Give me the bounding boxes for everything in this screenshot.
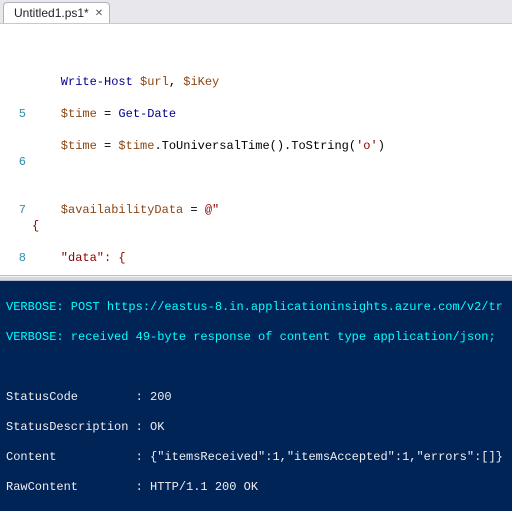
term-line: Content : {"itemsReceived":1,"itemsAccep… — [6, 450, 506, 465]
verbose-line: VERBOSE: POST https://eastus-8.in.applic… — [6, 300, 506, 315]
code-line: { — [32, 218, 512, 234]
line-number: 5 — [0, 106, 26, 122]
code-line — [32, 170, 512, 186]
line-gutter: 5 6 7 8 9 10 11 12 13 14 15 16 17 18 19 — [0, 24, 32, 275]
term-line: RawContent : HTTP/1.1 200 OK — [6, 480, 506, 495]
tab-title: Untitled1.ps1* — [14, 6, 89, 20]
close-icon[interactable]: ✕ — [95, 8, 103, 19]
code-line: $time = $time.ToUniversalTime().ToString… — [32, 138, 512, 154]
code-line: - $availabilityData = @" — [32, 202, 219, 218]
code-area[interactable]: Write-Host $url, $iKey $time = Get-Date … — [32, 24, 512, 275]
verbose-line: VERBOSE: received 49-byte response of co… — [6, 330, 506, 345]
line-number: 6 — [0, 154, 26, 170]
code-editor[interactable]: 5 6 7 8 9 10 11 12 13 14 15 16 17 18 19 … — [0, 24, 512, 276]
output-terminal[interactable]: VERBOSE: POST https://eastus-8.in.applic… — [0, 281, 512, 511]
line-number: 7 — [0, 202, 26, 218]
tab-bar: Untitled1.ps1* ✕ — [0, 0, 512, 24]
code-line — [32, 42, 512, 58]
line-number: 8 — [0, 250, 26, 266]
code-line: "data": { — [32, 250, 512, 266]
tab-untitled[interactable]: Untitled1.ps1* ✕ — [3, 2, 110, 23]
code-line: Write-Host $url, $iKey — [32, 74, 512, 90]
line-number — [0, 58, 26, 74]
term-line: StatusDescription : OK — [6, 420, 506, 435]
term-line: StatusCode : 200 — [6, 390, 506, 405]
code-line: $time = Get-Date — [32, 106, 512, 122]
